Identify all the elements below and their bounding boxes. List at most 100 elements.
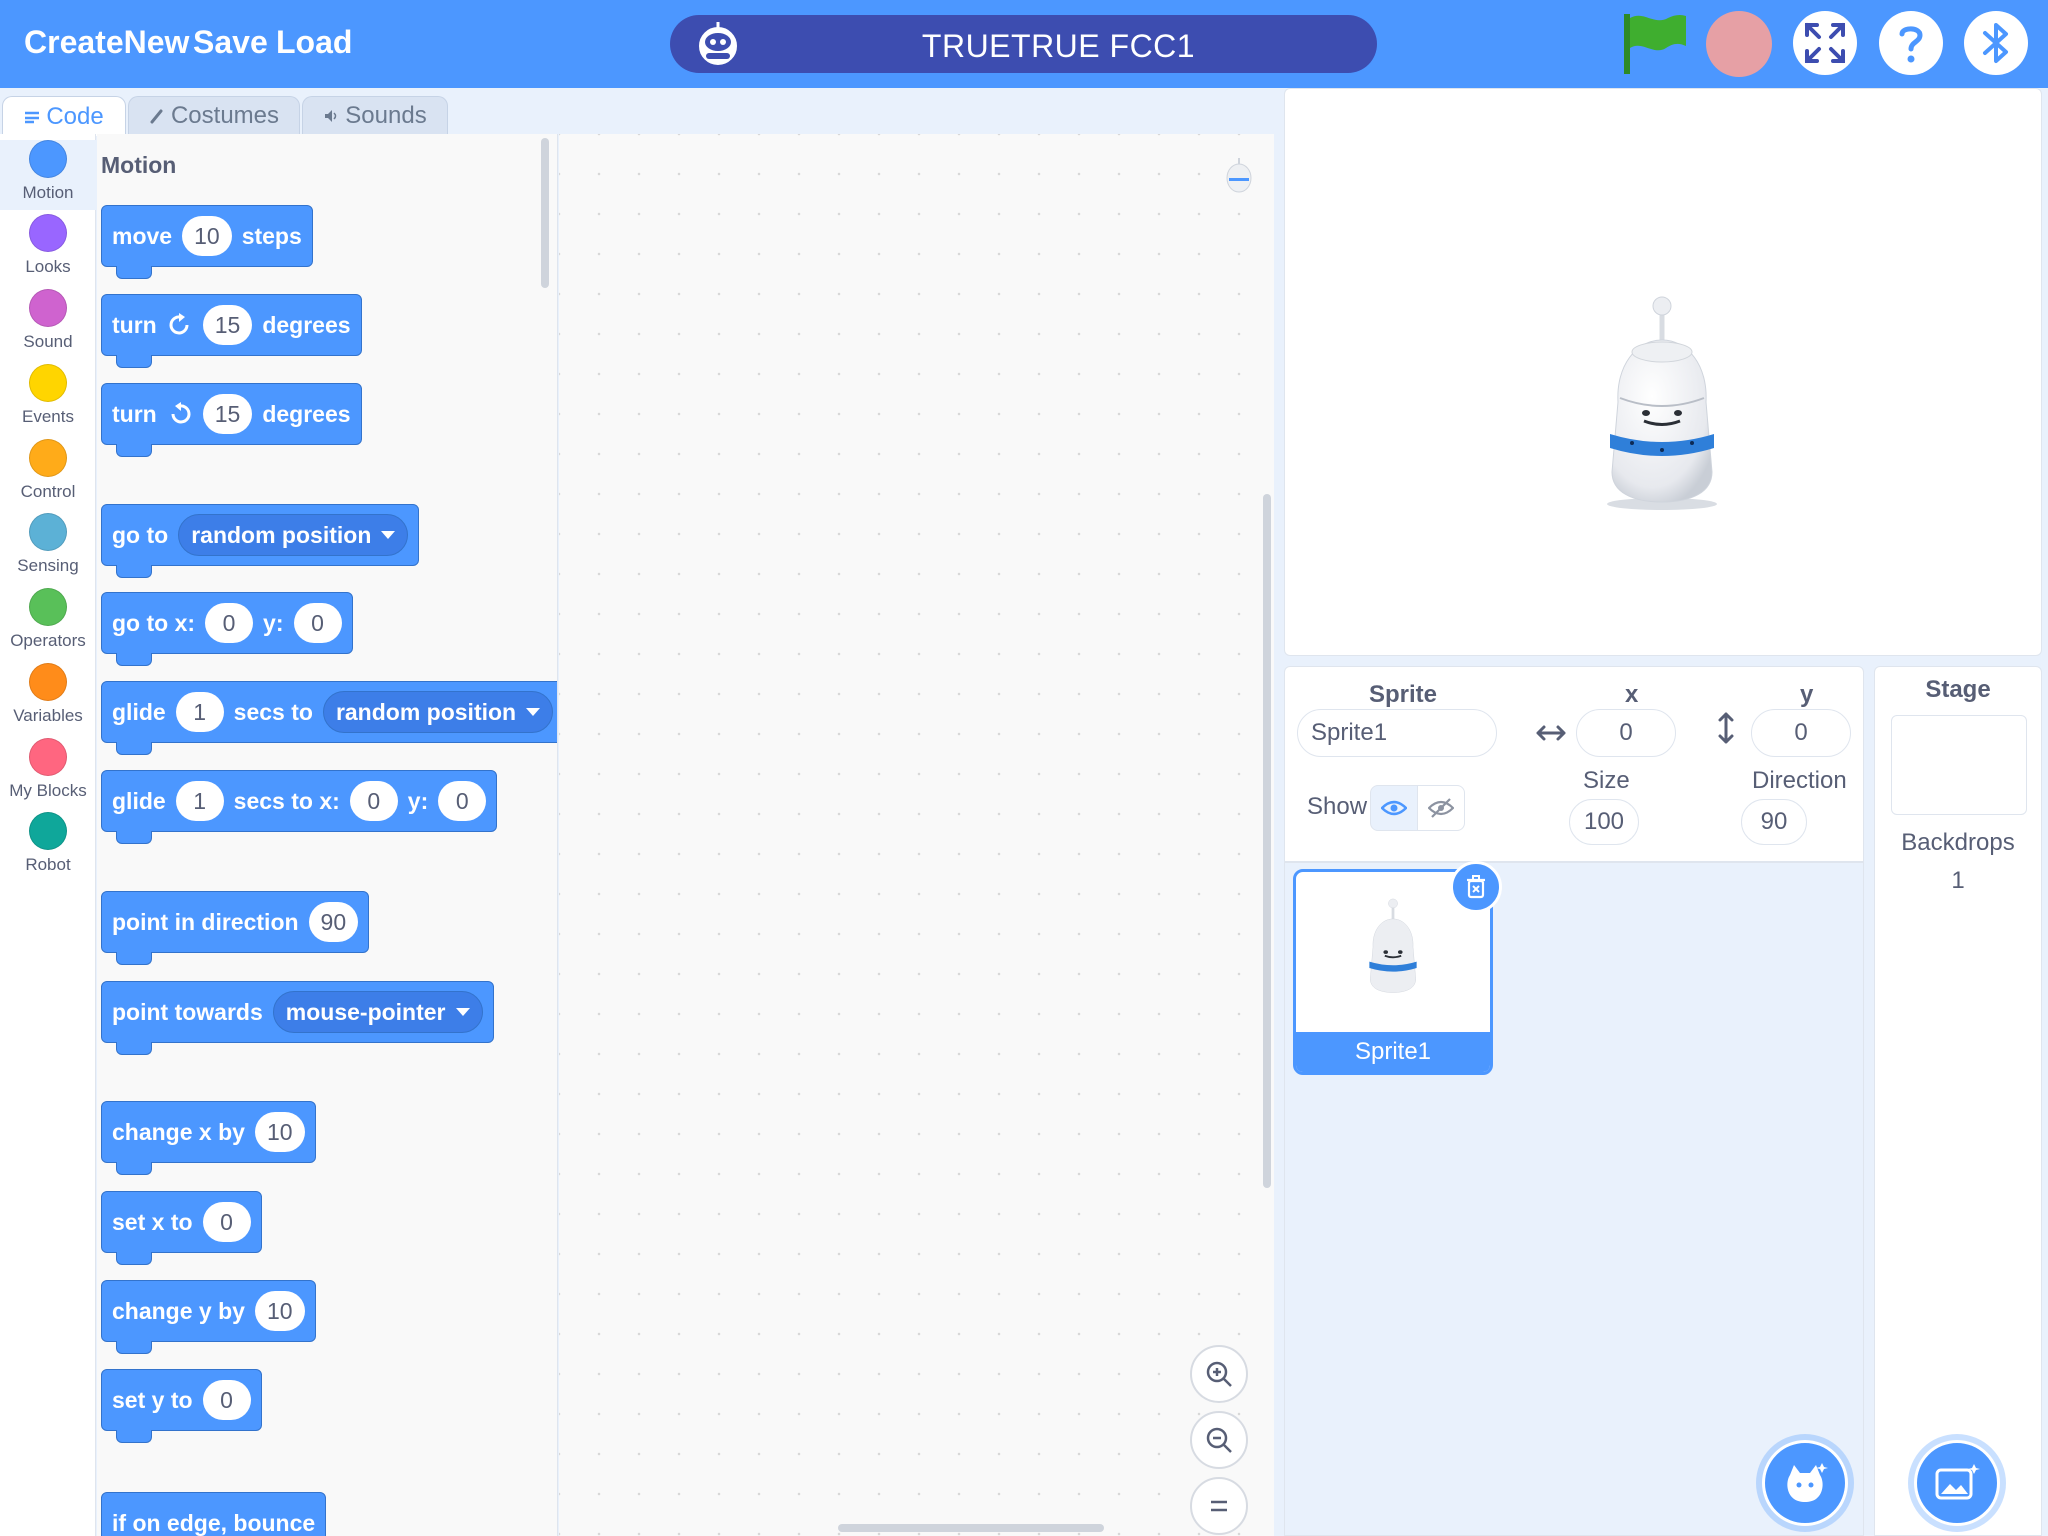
stage-canvas[interactable]: [1284, 88, 2042, 656]
sprite-name-input[interactable]: Sprite1: [1297, 709, 1497, 757]
question-icon: [1899, 26, 1923, 63]
block-text: turn: [112, 400, 157, 427]
create-new-menu[interactable]: CreateNew: [24, 24, 189, 61]
category-control[interactable]: Control: [0, 439, 96, 502]
tab-costumes-label: Costumes: [170, 101, 280, 129]
script-workspace[interactable]: [559, 134, 1274, 1536]
category-my-blocks[interactable]: My Blocks: [0, 738, 96, 801]
category-events[interactable]: Events: [0, 364, 96, 427]
backdrops-count: 1: [1951, 867, 1965, 894]
block-change-y[interactable]: change y by 10: [101, 1280, 316, 1354]
block-point-towards[interactable]: point towards mouse-pointer: [101, 981, 494, 1055]
tab-costumes[interactable]: Costumes: [128, 96, 300, 134]
brush-icon: [150, 109, 163, 123]
category-sound[interactable]: Sound: [0, 289, 96, 352]
fullscreen-button[interactable]: [1793, 11, 1857, 75]
workspace-vertical-scrollbar[interactable]: [1263, 494, 1271, 1188]
save-menu[interactable]: Save: [193, 24, 268, 61]
set-x-input[interactable]: 0: [202, 1202, 251, 1242]
green-flag-icon[interactable]: [1620, 10, 1690, 76]
category-variables[interactable]: Variables: [0, 663, 96, 726]
tab-code[interactable]: Code: [2, 96, 126, 136]
category-looks[interactable]: Looks: [0, 214, 96, 277]
help-button[interactable]: [1879, 11, 1943, 75]
go-to-target-dropdown[interactable]: random position: [178, 514, 409, 556]
sound-dot-icon: [29, 289, 67, 327]
zoom-reset-button[interactable]: [1190, 1477, 1248, 1535]
zoom-out-button[interactable]: [1190, 1411, 1248, 1469]
bluetooth-button[interactable]: [1964, 11, 2028, 75]
block-if-on-edge-bounce[interactable]: if on edge, bounce: [101, 1492, 327, 1536]
set-y-input[interactable]: 0: [202, 1380, 251, 1420]
add-sprite-cat-icon: [1787, 1463, 1828, 1502]
block-go-to[interactable]: go to random position: [101, 504, 420, 578]
block-turn-right[interactable]: turn 15 degrees: [101, 294, 362, 368]
project-title-bar[interactable]: TRUETRUE FCC1: [670, 15, 1377, 73]
stage-selector[interactable]: Stage Backdrops 1: [1874, 666, 2042, 1536]
zoom-out-icon: [1206, 1427, 1232, 1453]
degrees-input[interactable]: 15: [202, 305, 253, 345]
palette-scrollbar[interactable]: [541, 138, 549, 288]
vertical-arrows-icon: [1718, 712, 1734, 744]
project-title: TRUETRUE FCC1: [921, 28, 1196, 64]
degrees-input[interactable]: 15: [202, 394, 253, 434]
block-set-x[interactable]: set x to 0: [101, 1191, 262, 1265]
tab-sounds[interactable]: Sounds: [302, 96, 448, 134]
category-sensing[interactable]: Sensing: [0, 513, 96, 576]
category-label: Sensing: [17, 556, 79, 575]
y-input[interactable]: 0: [438, 781, 487, 821]
direction-input[interactable]: 90: [308, 902, 359, 942]
block-text: secs to x:: [233, 787, 340, 814]
y-input[interactable]: 0: [293, 603, 342, 643]
size-input[interactable]: 100: [1569, 799, 1639, 845]
robot-sprite[interactable]: [1592, 294, 1732, 514]
zoom-in-button[interactable]: [1190, 1345, 1248, 1403]
block-turn-left[interactable]: turn 15 degrees: [101, 383, 362, 457]
stop-button[interactable]: [1706, 11, 1772, 77]
block-text: go to x:: [112, 609, 196, 636]
choose-sprite-button[interactable]: [1762, 1440, 1848, 1526]
secs-input[interactable]: 1: [175, 781, 224, 821]
delete-sprite-button[interactable]: [1450, 861, 1502, 913]
x-position-input[interactable]: 0: [1576, 709, 1676, 757]
block-text: move: [112, 222, 173, 249]
category-label: Events: [22, 407, 74, 426]
category-operators[interactable]: Operators: [0, 588, 96, 651]
block-text: glide: [112, 698, 166, 725]
looks-dot-icon: [29, 214, 67, 252]
block-glide-to[interactable]: glide 1 secs to random position: [101, 681, 557, 755]
block-text: turn: [112, 311, 157, 338]
block-text: set x to: [112, 1208, 193, 1235]
change-x-input[interactable]: 10: [254, 1112, 305, 1152]
block-point-in-direction[interactable]: point in direction 90: [101, 891, 370, 965]
load-menu[interactable]: Load: [276, 24, 352, 61]
dropdown-caret-icon: [455, 1008, 470, 1016]
x-label: x: [1625, 681, 1639, 708]
direction-input[interactable]: 90: [1741, 799, 1807, 845]
show-sprite-button[interactable]: [1370, 785, 1418, 831]
category-motion[interactable]: Motion: [0, 140, 96, 210]
glide-target-dropdown[interactable]: random position: [322, 691, 554, 733]
category-label: Operators: [10, 631, 86, 650]
x-input[interactable]: 0: [205, 603, 254, 643]
block-text: degrees: [262, 311, 351, 338]
hide-sprite-button[interactable]: [1417, 785, 1465, 831]
stage-panel-title: Stage: [1925, 676, 1991, 703]
block-glide-to-xy[interactable]: glide 1 secs to x: 0 y: 0: [101, 770, 498, 844]
y-position-input[interactable]: 0: [1751, 709, 1851, 757]
change-y-input[interactable]: 10: [254, 1291, 305, 1331]
category-robot[interactable]: Robot: [0, 812, 96, 875]
x-input[interactable]: 0: [349, 781, 398, 821]
tab-sounds-label: Sounds: [345, 101, 427, 129]
choose-backdrop-button[interactable]: [1914, 1440, 2000, 1526]
bluetooth-icon: [1983, 23, 2008, 63]
workspace-horizontal-scrollbar[interactable]: [838, 1524, 1104, 1532]
backdrop-thumbnail[interactable]: [1891, 715, 2027, 815]
secs-input[interactable]: 1: [175, 692, 224, 732]
block-set-y[interactable]: set y to 0: [101, 1369, 262, 1443]
block-move-steps[interactable]: move 10 steps: [101, 205, 313, 279]
block-go-to-xy[interactable]: go to x: 0 y: 0: [101, 592, 353, 666]
steps-input[interactable]: 10: [182, 216, 232, 256]
block-change-x[interactable]: change x by 10: [101, 1101, 316, 1175]
point-towards-dropdown[interactable]: mouse-pointer: [272, 991, 483, 1033]
